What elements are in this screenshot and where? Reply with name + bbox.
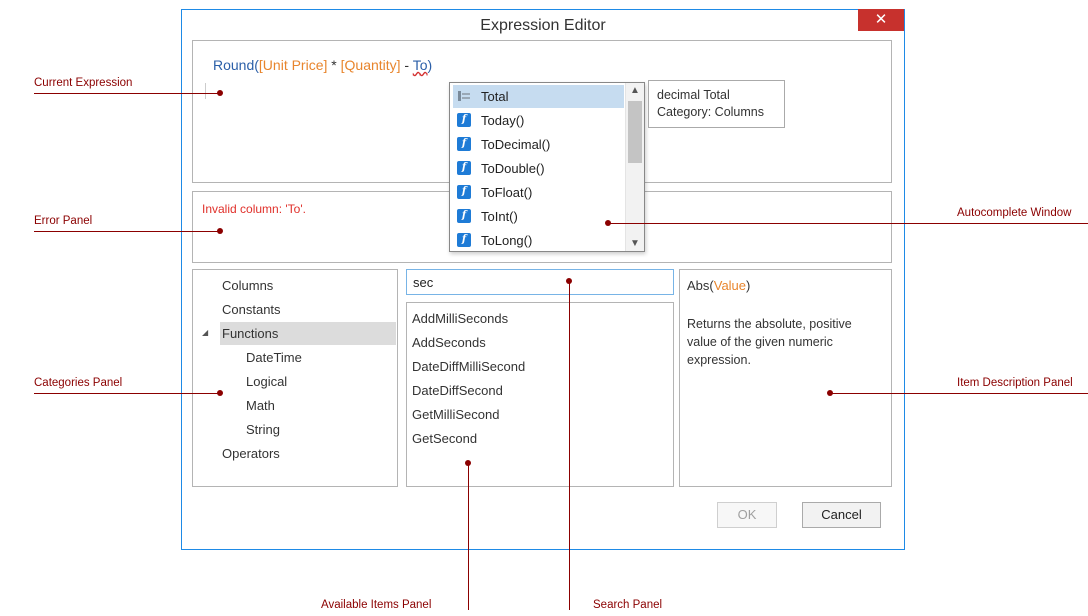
- expr-operator-token: -: [400, 57, 413, 73]
- category-item-logical[interactable]: Logical: [246, 374, 287, 389]
- chevron-down-icon[interactable]: ▼: [626, 238, 644, 249]
- list-item[interactable]: AddSeconds: [412, 335, 486, 350]
- autocomplete-item[interactable]: f ToLong(): [453, 229, 624, 252]
- callout-line: [468, 465, 469, 610]
- autocomplete-tooltip: decimal Total Category: Columns: [648, 80, 785, 128]
- autocomplete-item-label: ToFloat(): [481, 185, 533, 200]
- list-item[interactable]: DateDiffSecond: [412, 383, 503, 398]
- expand-arrow-icon[interactable]: ◢: [202, 328, 208, 337]
- autocomplete-item[interactable]: f ToDouble(): [453, 157, 624, 180]
- description-parameter: Value: [713, 278, 747, 293]
- list-item[interactable]: AddMilliSeconds: [412, 311, 508, 326]
- expr-function-token: Round(: [213, 57, 259, 73]
- callout-line: [34, 231, 220, 232]
- expr-column-token: [Quantity]: [340, 57, 401, 73]
- callout-search-panel: Search Panel: [593, 599, 663, 611]
- category-item-columns[interactable]: Columns: [222, 278, 273, 293]
- function-icon: f: [457, 233, 471, 247]
- callout-dot: [217, 228, 223, 234]
- callout-available-items-panel: Available Items Panel: [321, 599, 432, 611]
- autocomplete-item-total[interactable]: Total: [453, 85, 624, 108]
- callout-item-description-panel: Item Description Panel: [957, 377, 1073, 389]
- autocomplete-item-label: Today(): [481, 113, 525, 128]
- category-item-datetime[interactable]: DateTime: [246, 350, 302, 365]
- callout-dot: [217, 90, 223, 96]
- item-description-panel: Abs(Value) Returns the absolute, positiv…: [679, 269, 892, 487]
- expr-invalid-token: To: [412, 57, 428, 73]
- callout-dot: [827, 390, 833, 396]
- autocomplete-item-label: ToInt(): [481, 209, 518, 224]
- autocomplete-item[interactable]: f ToDecimal(): [453, 133, 624, 156]
- category-item-operators[interactable]: Operators: [222, 446, 280, 461]
- function-icon: f: [457, 209, 471, 223]
- function-icon: f: [457, 161, 471, 175]
- category-item-functions[interactable]: Functions: [222, 326, 278, 341]
- description-function-name: Abs(: [687, 278, 714, 293]
- description-close-paren: ): [746, 278, 751, 293]
- error-message: Invalid column: 'To'.: [202, 202, 306, 216]
- close-button[interactable]: ✕: [858, 9, 904, 31]
- scrollbar-thumb[interactable]: [628, 101, 642, 163]
- column-icon: [457, 89, 471, 103]
- list-item[interactable]: DateDiffMilliSecond: [412, 359, 525, 374]
- list-item[interactable]: GetMilliSecond: [412, 407, 499, 422]
- expr-operator-token: *: [327, 57, 341, 73]
- autocomplete-item[interactable]: f ToInt(): [453, 205, 624, 228]
- autocomplete-item[interactable]: f Today(): [453, 109, 624, 132]
- description-text: Returns the absolute, positive value of …: [687, 317, 852, 367]
- title-bar: Expression Editor ✕: [182, 9, 904, 40]
- function-icon: f: [457, 137, 471, 151]
- tooltip-category-line: Category: Columns: [657, 105, 764, 119]
- autocomplete-item-label: ToDouble(): [481, 161, 545, 176]
- callout-line: [569, 283, 570, 610]
- search-input[interactable]: [406, 269, 674, 295]
- chevron-up-icon[interactable]: ▲: [626, 85, 644, 96]
- function-icon: f: [457, 185, 471, 199]
- callout-line: [832, 393, 1088, 394]
- callout-dot: [217, 390, 223, 396]
- description-signature: Abs(Value): [687, 278, 750, 293]
- callout-dot: [605, 220, 611, 226]
- autocomplete-window[interactable]: Total f Today() f ToDecimal() f ToDouble…: [449, 82, 645, 252]
- window-title: Expression Editor: [480, 17, 606, 34]
- autocomplete-item-label: ToLong(): [481, 233, 533, 248]
- callout-line: [34, 93, 220, 94]
- callout-line: [34, 393, 220, 394]
- category-item-constants[interactable]: Constants: [222, 302, 281, 317]
- function-icon: f: [457, 113, 471, 127]
- text-caret: [205, 83, 206, 99]
- autocomplete-scrollbar[interactable]: ▲ ▼: [625, 83, 644, 251]
- ok-button[interactable]: OK: [717, 502, 777, 528]
- categories-panel: ◢ Columns Constants Functions DateTime L…: [192, 269, 398, 487]
- available-items-panel: AddMilliSeconds AddSeconds DateDiffMilli…: [406, 302, 674, 487]
- expr-column-token: [Unit Price]: [258, 57, 328, 73]
- autocomplete-item-label: ToDecimal(): [481, 137, 551, 152]
- list-item[interactable]: GetSecond: [412, 431, 477, 446]
- callout-autocomplete-window: Autocomplete Window: [957, 207, 1072, 219]
- category-item-string[interactable]: String: [246, 422, 280, 437]
- callout-line: [610, 223, 1088, 224]
- callout-categories-panel: Categories Panel: [34, 377, 123, 389]
- tooltip-type-line: decimal Total: [657, 88, 730, 102]
- callout-current-expression: Current Expression: [34, 77, 133, 89]
- cancel-button[interactable]: Cancel: [802, 502, 881, 528]
- expression-text[interactable]: Round([Unit Price] * [Quantity] - To): [213, 57, 432, 73]
- category-item-math[interactable]: Math: [246, 398, 275, 413]
- autocomplete-item-label: Total: [481, 89, 509, 104]
- autocomplete-item[interactable]: f ToFloat(): [453, 181, 624, 204]
- callout-error-panel: Error Panel: [34, 215, 93, 227]
- expr-close-paren: ): [427, 57, 433, 73]
